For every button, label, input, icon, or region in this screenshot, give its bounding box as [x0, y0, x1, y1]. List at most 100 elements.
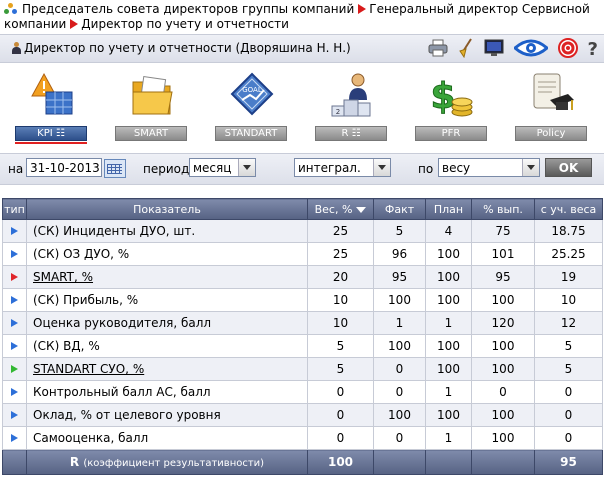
table-row[interactable]: (СК) ВД, % 5 100 100 100 5 [2, 334, 603, 358]
row-type-arrow-icon [11, 319, 18, 327]
plan-cell: 1 [425, 426, 472, 450]
module-label: PFR [415, 126, 487, 141]
mode-select[interactable]: интеграл. [294, 158, 391, 177]
table-row[interactable]: SMART, % 20 95 100 95 19 [2, 265, 603, 289]
pct-cell: 100 [471, 426, 535, 450]
table-footer-row: R (коэффициент результативности) 100 95 [2, 449, 603, 475]
module-bar: KPI ☷ SMART GOAL STANDART 2 R ☷ $ PFR Po… [0, 68, 604, 148]
pct-cell: 100 [471, 357, 535, 381]
weighted-cell: 25.25 [534, 242, 603, 266]
module-smart[interactable]: SMART [112, 68, 188, 148]
column-header-type[interactable]: тип [2, 198, 27, 220]
footer-r-letter: R [69, 455, 80, 469]
pct-cell: 75 [471, 219, 535, 243]
weighted-cell: 5 [534, 334, 603, 358]
plan-cell: 100 [425, 288, 472, 312]
pct-cell: 0 [471, 380, 535, 404]
active-indicator [15, 142, 87, 144]
table-header-row: тип Показатель Вес, % Факт План % вып. с… [2, 198, 603, 220]
table-row[interactable]: (СК) Инциденты ДУО, шт. 25 5 4 75 18.75 [2, 219, 603, 243]
indicator-name-cell: Оклад, % от целевого уровня [26, 403, 308, 427]
svg-text:GOAL: GOAL [242, 86, 262, 94]
period-select[interactable]: месяц [189, 158, 256, 177]
table-row[interactable]: (СК) ОЗ ДУО, % 25 96 100 101 25.25 [2, 242, 603, 266]
table-row[interactable]: Оценка руководителя, балл 10 1 1 120 12 [2, 311, 603, 335]
table-row[interactable]: (СК) Прибыль, % 10 100 100 100 10 [2, 288, 603, 312]
indicator-name-cell: Самооценка, балл [26, 426, 308, 450]
table-row[interactable]: Самооценка, балл 0 0 1 100 0 [2, 426, 603, 450]
module-standart[interactable]: GOAL STANDART [212, 68, 288, 148]
date-input[interactable]: 31-10-2013 [26, 158, 102, 177]
indicator-name-cell[interactable]: SMART, % [26, 265, 308, 289]
fact-cell: 0 [373, 357, 426, 381]
print-icon[interactable] [428, 39, 448, 60]
brush-icon[interactable] [458, 38, 474, 61]
period-select-value: месяц [193, 161, 232, 175]
indicator-name-cell: (СК) Прибыль, % [26, 288, 308, 312]
weight-cell: 10 [307, 288, 374, 312]
table-row[interactable]: Оклад, % от целевого уровня 0 100 100 100 0 [2, 403, 603, 427]
weight-cell: 10 [307, 311, 374, 335]
row-type-arrow-icon [11, 296, 18, 304]
weight-cell: 0 [307, 426, 374, 450]
row-type-arrow-icon [11, 273, 18, 281]
column-header-pct[interactable]: % вып. [471, 198, 535, 220]
indicator-name: Контрольный балл АС, балл [33, 385, 211, 399]
sort-desc-icon [356, 206, 367, 213]
toolbar: ? [422, 38, 598, 60]
footer-r-label: R (коэффициент результативности) [26, 449, 308, 475]
module-label: STANDART [215, 126, 287, 141]
plan-cell: 100 [425, 403, 472, 427]
row-type-arrow-icon [11, 411, 18, 419]
indicator-name[interactable]: STANDART СУО, % [33, 362, 144, 376]
svg-text:$: $ [430, 76, 455, 117]
column-header-indicator[interactable]: Показатель [26, 198, 308, 220]
module-pfr[interactable]: $ PFR [412, 68, 488, 148]
weight-cell: 5 [307, 357, 374, 381]
indicator-name: Оклад, % от целевого уровня [33, 408, 221, 422]
sort-by-select[interactable]: весу [438, 158, 540, 177]
plan-cell: 100 [425, 334, 472, 358]
module-kpi[interactable]: KPI ☷ [12, 68, 88, 148]
column-header-plan[interactable]: План [425, 198, 472, 220]
indicator-name: (СК) Прибыль, % [33, 293, 139, 307]
podium-icon: 2 [331, 73, 371, 117]
user-bar: Директор по учету и отчетности (Дворяшин… [0, 34, 604, 63]
row-type-cell [2, 426, 27, 450]
screen-icon[interactable] [484, 39, 504, 60]
weight-cell: 20 [307, 265, 374, 289]
breadcrumb-item-chairman[interactable]: Председатель совета директоров группы ко… [22, 2, 354, 16]
weighted-cell: 0 [534, 380, 603, 404]
ok-button[interactable]: OK [545, 158, 592, 177]
by-label: по [418, 162, 434, 176]
table-row[interactable]: STANDART СУО, % 5 0 100 100 5 [2, 357, 603, 381]
pct-cell: 101 [471, 242, 535, 266]
date-label: на [8, 162, 24, 176]
indicator-name-cell[interactable]: STANDART СУО, % [26, 357, 308, 381]
row-type-arrow-icon [11, 434, 18, 442]
weighted-cell: 19 [534, 265, 603, 289]
row-type-arrow-icon [11, 250, 18, 258]
help-icon[interactable]: ? [588, 39, 598, 60]
row-type-cell [2, 242, 27, 266]
indicator-name-cell: Оценка руководителя, балл [26, 311, 308, 335]
module-r[interactable]: 2 R ☷ [312, 68, 388, 148]
footer-weighted-total: 95 [534, 449, 603, 475]
column-header-fact[interactable]: Факт [373, 198, 426, 220]
weighted-cell: 5 [534, 357, 603, 381]
lifebuoy-icon[interactable] [557, 38, 578, 61]
row-type-arrow-icon [11, 365, 18, 373]
weighted-cell: 12 [534, 311, 603, 335]
column-header-weighted[interactable]: с уч. веса [534, 198, 603, 220]
fact-cell: 0 [373, 380, 426, 404]
row-type-cell [2, 334, 27, 358]
indicator-name-cell: (СК) ОЗ ДУО, % [26, 242, 308, 266]
column-header-weight[interactable]: Вес, % [307, 198, 374, 220]
indicator-name[interactable]: SMART, % [33, 270, 93, 284]
calendar-icon[interactable] [104, 159, 126, 178]
table-row[interactable]: Контрольный балл АС, балл 0 0 1 0 0 [2, 380, 603, 404]
eye-icon[interactable] [512, 38, 550, 61]
footer-empty-cell [2, 449, 27, 475]
pct-cell: 120 [471, 311, 535, 335]
module-policy[interactable]: Policy [512, 68, 588, 148]
